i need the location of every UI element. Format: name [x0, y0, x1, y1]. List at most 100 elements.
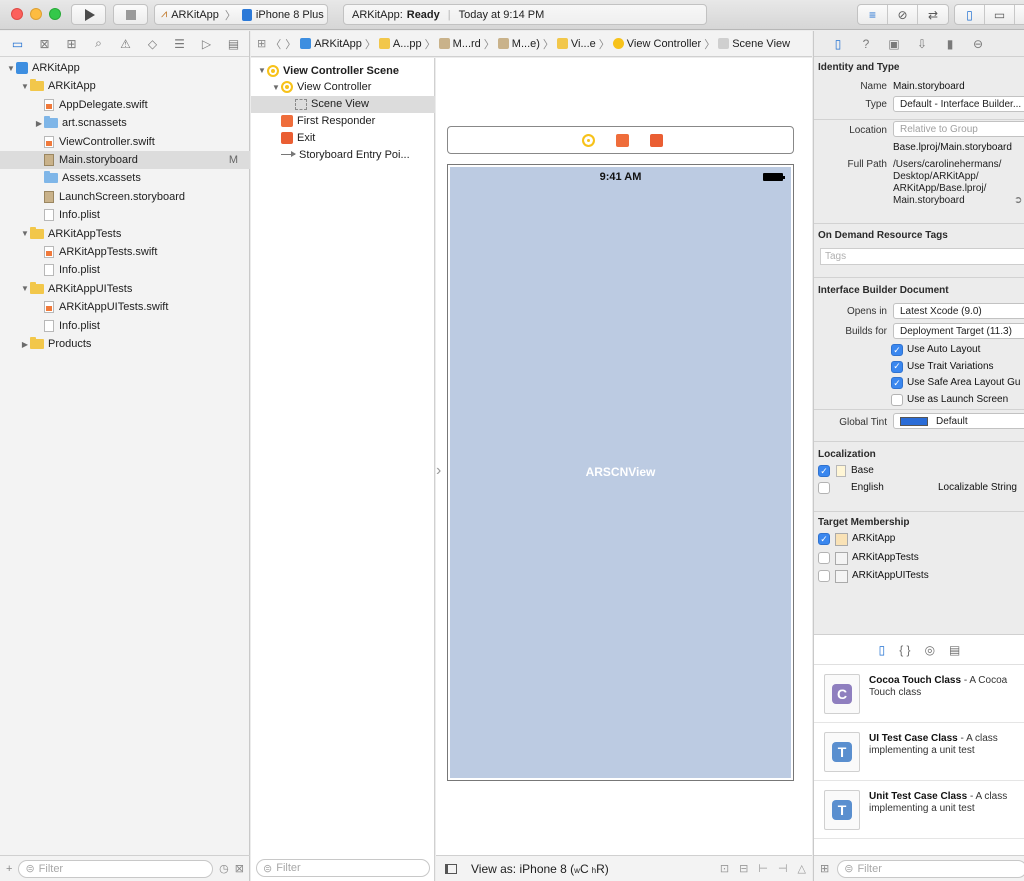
type-popup[interactable]: Default - Interface Builder...: [893, 96, 1024, 112]
disclosure-open-icon[interactable]: ▼: [6, 64, 16, 73]
library-item[interactable]: T Unit Test Case Class - A class implement…: [814, 781, 1024, 839]
first-responder-icon[interactable]: [616, 134, 629, 147]
tree-item[interactable]: Assets.xcassets: [0, 169, 250, 187]
quick-help-icon[interactable]: ?: [852, 37, 880, 51]
tree-item[interactable]: ▼ ARKitApp: [0, 59, 250, 77]
global-tint-popup[interactable]: Default: [893, 413, 1024, 429]
target-checkbox[interactable]: [818, 551, 830, 564]
opens-in-popup[interactable]: Latest Xcode (9.0): [893, 303, 1024, 319]
object-library-icon[interactable]: ◎: [925, 643, 935, 657]
storyboard-canvas[interactable]: › 9:41 AM ARSCNView View as: iPhone 8 (w…: [436, 58, 812, 881]
tree-item[interactable]: ViewController.swift: [0, 133, 250, 151]
tree-item[interactable]: Info.plist: [0, 206, 250, 224]
scheme-selector[interactable]: ⩘ ARKitApp 〉 iPhone 8 Plus: [154, 4, 328, 25]
exit-icon[interactable]: [650, 134, 663, 147]
breakpoint-icon[interactable]: ▷: [193, 37, 220, 51]
file-inspector-icon[interactable]: ▯: [824, 37, 852, 51]
close-window-button[interactable]: [11, 8, 23, 20]
zoom-window-button[interactable]: [49, 8, 61, 20]
symbol-icon[interactable]: ⊞: [58, 37, 85, 51]
breadcrumb-item[interactable]: A...pp: [393, 38, 422, 50]
back-chevron-icon[interactable]: 〈: [270, 36, 281, 52]
breadcrumb-item[interactable]: ARKitApp: [314, 38, 362, 50]
code-snippet-icon[interactable]: { }: [899, 643, 910, 657]
localization-checkbox[interactable]: [818, 482, 830, 494]
target-checkbox[interactable]: ✓: [818, 533, 830, 545]
forward-chevron-icon[interactable]: 〉: [285, 36, 296, 52]
tree-item[interactable]: ▶ art.scnassets: [0, 114, 250, 132]
tags-field[interactable]: Tags: [820, 248, 1024, 265]
library-item[interactable]: T UI Test Case Class - A class implementin…: [814, 723, 1024, 781]
identity-inspector-icon[interactable]: ▣: [880, 37, 908, 51]
localization-type[interactable]: Localizable String: [938, 482, 1017, 493]
disclosure-open-icon[interactable]: ▼: [20, 229, 30, 238]
tree-item[interactable]: Main.storyboard M: [0, 151, 250, 169]
outline-item[interactable]: ▼ View Controller Scene: [251, 62, 435, 79]
version-editor-icon[interactable]: ⇄: [918, 5, 948, 24]
outline-item[interactable]: Exit: [251, 129, 435, 146]
breadcrumb-item[interactable]: Vi...e: [571, 38, 596, 50]
navigator-toggle-icon[interactable]: ▯: [955, 5, 985, 24]
outline-filter-input[interactable]: ⊜ Filter: [256, 859, 430, 877]
utilities-toggle-icon[interactable]: ▯: [1015, 5, 1024, 24]
disclosure-closed-icon[interactable]: ▶: [20, 340, 30, 349]
source-control-icon[interactable]: ⊠: [31, 37, 58, 51]
name-value[interactable]: Main.storyboard: [893, 81, 965, 92]
disclosure-closed-icon[interactable]: ▶: [34, 119, 44, 128]
file-template-icon[interactable]: ▯: [879, 643, 886, 657]
tree-item[interactable]: LaunchScreen.storyboard: [0, 188, 250, 206]
option-checkbox[interactable]: [891, 393, 903, 406]
navigator-filter-input[interactable]: ⊜ Filter: [18, 859, 214, 878]
arscn-view[interactable]: 9:41 AM ARSCNView: [450, 167, 791, 778]
library-item[interactable]: C Cocoa Touch Class - A Cocoa Touch class: [814, 665, 1024, 723]
reveal-arrow-icon[interactable]: ➲: [1014, 195, 1022, 206]
localization-checkbox[interactable]: ✓: [818, 465, 830, 477]
warning-icon[interactable]: ⚠: [112, 37, 139, 51]
related-items-icon[interactable]: ⊞: [257, 37, 266, 50]
minimize-window-button[interactable]: [30, 8, 42, 20]
builds-for-popup[interactable]: Deployment Target (11.3): [893, 323, 1024, 339]
option-checkbox[interactable]: ✓: [891, 344, 903, 356]
tree-item[interactable]: ▼ ARKitApp: [0, 77, 250, 95]
search-icon[interactable]: ⌕: [85, 36, 112, 51]
view-controller-icon[interactable]: [582, 134, 595, 147]
breadcrumb-item[interactable]: Scene View: [732, 38, 790, 50]
grid-view-icon[interactable]: ⊞: [820, 862, 829, 875]
debug-area-toggle-icon[interactable]: ▭: [985, 5, 1015, 24]
tree-item[interactable]: Info.plist: [0, 317, 250, 335]
attributes-inspector-icon[interactable]: ⇩: [908, 37, 936, 51]
folder-icon[interactable]: ▭: [4, 37, 31, 51]
tree-item[interactable]: ▼ ARKitAppUITests: [0, 280, 250, 298]
breadcrumb-item[interactable]: M...rd: [453, 38, 481, 50]
target-checkbox[interactable]: [818, 570, 830, 582]
disclosure-open-icon[interactable]: ▼: [257, 66, 267, 75]
update-frames-icon[interactable]: ⊡: [720, 862, 729, 875]
disclosure-open-icon[interactable]: ▼: [20, 82, 30, 91]
pin-icon[interactable]: ⊣: [778, 862, 788, 875]
location-popup[interactable]: Relative to Group: [893, 121, 1024, 137]
outline-item[interactable]: Storyboard Entry Poi...: [251, 146, 435, 163]
connections-inspector-icon[interactable]: ⊖: [964, 37, 992, 51]
view-controller-frame[interactable]: 9:41 AM ARSCNView: [447, 164, 794, 781]
tree-item[interactable]: ARKitAppTests.swift: [0, 243, 250, 261]
test-icon[interactable]: ◇: [139, 37, 166, 51]
debug-icon[interactable]: ☰: [166, 37, 193, 51]
outline-toggle-icon[interactable]: [445, 863, 457, 874]
disclosure-open-icon[interactable]: ▼: [271, 83, 281, 92]
outline-item[interactable]: Scene View: [251, 95, 435, 113]
library-filter-input[interactable]: ⊜ Filter: [837, 859, 1024, 878]
outline-item[interactable]: ▼ View Controller: [251, 79, 435, 96]
option-checkbox[interactable]: ✓: [891, 377, 903, 389]
add-icon[interactable]: +: [6, 863, 12, 875]
device-name[interactable]: iPhone 8 Plus: [256, 9, 324, 21]
option-checkbox[interactable]: ✓: [891, 360, 903, 373]
breadcrumb-item[interactable]: M...e): [512, 38, 540, 50]
breadcrumb-item[interactable]: View Controller: [627, 38, 701, 50]
align-icon[interactable]: ⊢: [758, 862, 768, 875]
standard-editor-icon[interactable]: ≡: [858, 5, 888, 24]
run-button[interactable]: [71, 4, 106, 25]
disclosure-open-icon[interactable]: ▼: [20, 284, 30, 293]
tree-item[interactable]: AppDelegate.swift: [0, 96, 250, 114]
tree-item[interactable]: ARKitAppUITests.swift: [0, 298, 250, 316]
report-icon[interactable]: ▤: [220, 37, 247, 51]
